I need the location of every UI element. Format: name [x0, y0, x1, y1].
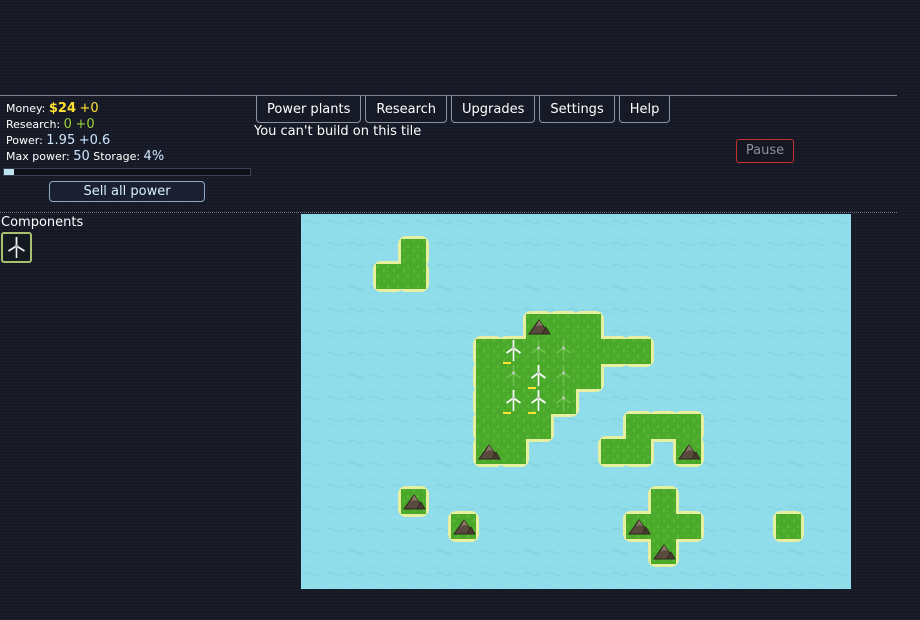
- grass-tile[interactable]: [626, 339, 651, 364]
- stats-panel: Money: $24 +0 Research: 0 +0 Power: 1.95…: [6, 101, 164, 165]
- research-delta: +0: [75, 117, 95, 132]
- grass-tile[interactable]: [526, 414, 551, 439]
- power-indicator: [503, 412, 511, 414]
- grass-tile[interactable]: [626, 439, 651, 464]
- grass-tile[interactable]: [576, 339, 601, 364]
- sell-all-power-button[interactable]: Sell all power: [49, 181, 205, 202]
- game-map[interactable]: [301, 214, 851, 589]
- storage-progress-bar: [3, 168, 251, 176]
- power-delta: +0.6: [78, 133, 111, 148]
- grass-tile[interactable]: [551, 314, 576, 339]
- power-indicator: [503, 362, 511, 364]
- grass-tile[interactable]: [376, 264, 401, 289]
- tab-research[interactable]: Research: [365, 96, 448, 123]
- power-value: 1.95: [46, 133, 76, 148]
- grass-tile[interactable]: [401, 264, 426, 289]
- research-value: 0: [63, 117, 72, 132]
- power-indicator: [528, 412, 536, 414]
- grass-tile[interactable]: [501, 439, 526, 464]
- tab-power-plants[interactable]: Power plants: [256, 96, 362, 123]
- grass-tile[interactable]: [651, 414, 676, 439]
- tab-help[interactable]: Help: [618, 96, 671, 123]
- pause-button[interactable]: Pause: [736, 139, 794, 163]
- grass-tile[interactable]: [576, 314, 601, 339]
- grass-tile[interactable]: [576, 364, 601, 389]
- research-label: Research:: [6, 118, 61, 131]
- grass-tile[interactable]: [651, 514, 676, 539]
- power-label: Power:: [6, 134, 43, 147]
- toolbar-divider: [0, 212, 897, 213]
- grass-tile[interactable]: [476, 389, 501, 414]
- storage-progress-fill: [4, 169, 14, 175]
- components-title: Components: [1, 215, 84, 230]
- grass-tile[interactable]: [476, 364, 501, 389]
- max-power-value: 50: [73, 149, 90, 164]
- storage-value: 4%: [143, 149, 165, 164]
- research-row: Research: 0 +0: [6, 117, 164, 133]
- max-power-label: Max power:: [6, 150, 70, 163]
- grass-tile[interactable]: [651, 489, 676, 514]
- power-row: Power: 1.95 +0.6: [6, 133, 164, 149]
- capacity-row: Max power: 50 Storage: 4%: [6, 149, 164, 165]
- grass-tile[interactable]: [401, 239, 426, 264]
- grass-tile[interactable]: [626, 414, 651, 439]
- money-label: Money:: [6, 102, 46, 115]
- money-delta: +0: [79, 101, 99, 116]
- grass-tile[interactable]: [776, 514, 801, 539]
- wind-turbine-icon: [8, 237, 25, 258]
- power-indicator: [528, 387, 536, 389]
- grass-tile[interactable]: [676, 414, 701, 439]
- main-tabs: Power plants Research Upgrades Settings …: [256, 96, 674, 123]
- storage-label: Storage:: [93, 150, 141, 163]
- money-value: $24: [48, 101, 77, 116]
- money-row: Money: $24 +0: [6, 101, 164, 117]
- grass-tile[interactable]: [601, 339, 626, 364]
- component-slot[interactable]: [1, 232, 32, 263]
- grass-tile[interactable]: [676, 514, 701, 539]
- grass-tile[interactable]: [601, 439, 626, 464]
- grass-tile[interactable]: [476, 339, 501, 364]
- tab-settings[interactable]: Settings: [539, 96, 615, 123]
- status-message: You can't build on this tile: [254, 124, 422, 139]
- grass-tile[interactable]: [476, 414, 501, 439]
- grass-tile[interactable]: [501, 414, 526, 439]
- tab-upgrades[interactable]: Upgrades: [451, 96, 536, 123]
